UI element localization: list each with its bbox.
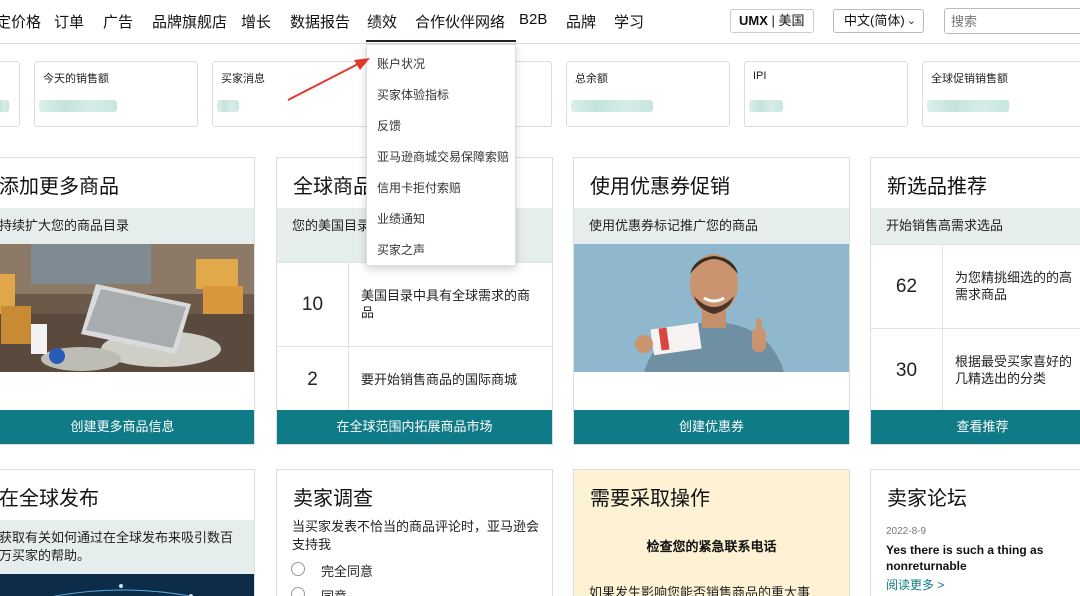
- action-heading[interactable]: 检查您的紧急联系电话: [574, 536, 849, 555]
- globe-photo: [0, 574, 254, 596]
- marketplace-switcher[interactable]: UMX | 美国: [730, 9, 814, 33]
- stat-description: 根据最受买家喜好的几精选出的分类: [955, 354, 1073, 386]
- stat-row[interactable]: 2 要开始销售商品的国际商城: [277, 346, 552, 412]
- card-title: 添加更多商品: [0, 176, 119, 198]
- radio-label: 同意: [321, 586, 347, 596]
- metric-value: [39, 100, 117, 112]
- stat-number: 10: [277, 263, 349, 346]
- action-body: 如果发生影响您能否销售商品的重大事: [589, 585, 811, 596]
- metric-value: [927, 100, 1009, 112]
- stat-description: 要开始销售商品的国际商城: [361, 372, 518, 387]
- nav-performance[interactable]: 绩效: [367, 11, 397, 32]
- search-input[interactable]: [944, 8, 1080, 34]
- marketplace-region: 美国: [778, 13, 805, 28]
- network-globe-illustration: [53, 584, 193, 596]
- smiling-man-illustration: [574, 244, 849, 372]
- annotation-arrow-icon: [287, 58, 370, 101]
- card-subtitle: 使用优惠券标记推广您的商品: [574, 208, 849, 244]
- card-seller-forum: 卖家论坛 2022-8-9 Yes there is such a thing …: [870, 469, 1080, 596]
- metric-total-balance[interactable]: 总余额: [566, 61, 730, 127]
- read-more-link[interactable]: 阅读更多 >: [886, 576, 944, 593]
- active-tab-indicator: [366, 40, 516, 42]
- nav-learn[interactable]: 学习: [614, 11, 644, 32]
- metric-card-partial[interactable]: [0, 61, 20, 127]
- expand-global-button[interactable]: 在全球范围内拓展商品市场: [277, 410, 552, 444]
- nav-brand-store[interactable]: 品牌旗舰店: [152, 11, 227, 32]
- nav-orders[interactable]: 订单: [54, 11, 84, 32]
- nav-brand[interactable]: 品牌: [566, 11, 596, 32]
- card-global-publish: 在全球发布 获取有关如何通过在全球发布来吸引数百万买家的帮助。: [0, 469, 255, 596]
- create-listings-button[interactable]: 创建更多商品信息: [0, 410, 254, 444]
- survey-question: 当买家发表不恰当的商品评论时，亚马逊会支持我: [292, 519, 540, 552]
- metric-value: [571, 100, 653, 112]
- nav-growth[interactable]: 增长: [241, 11, 271, 32]
- card-title: 全球商品: [293, 176, 373, 198]
- card-title: 卖家论坛: [887, 488, 967, 510]
- metric-todays-sales[interactable]: 今天的销售额: [34, 61, 198, 127]
- card-title: 需要采取操作: [590, 488, 710, 510]
- card-new-selection: 新选品推荐 开始销售高需求选品 62 为您精挑细选的的高需求商品 30 根据最受…: [870, 157, 1080, 445]
- metric-value: [217, 100, 239, 112]
- menu-item-a-to-z-claims[interactable]: 亚马逊商城交易保障索赔: [377, 148, 509, 165]
- menu-item-account-health[interactable]: 账户状况: [377, 55, 425, 72]
- menu-item-performance-notifications[interactable]: 业绩通知: [377, 210, 425, 227]
- card-action-needed: 需要采取操作 检查您的紧急联系电话 如果发生影响您能否销售商品的重大事: [573, 469, 850, 596]
- metric-ipi[interactable]: IPI: [744, 61, 908, 127]
- marketplace-separator: |: [767, 13, 779, 28]
- nav-b2b[interactable]: B2B: [519, 11, 547, 28]
- menu-item-feedback[interactable]: 反馈: [377, 117, 401, 134]
- card-title: 卖家调查: [293, 488, 373, 510]
- stat-row[interactable]: 10 美国目录中具有全球需求的商品: [277, 262, 552, 346]
- nav-reports[interactable]: 数据报告: [290, 11, 350, 32]
- metric-value: [749, 100, 783, 112]
- create-coupon-button[interactable]: 创建优惠券: [574, 410, 849, 444]
- laptop-photo: [0, 244, 254, 372]
- view-recommendations-button[interactable]: 查看推荐: [871, 410, 1080, 444]
- card-title: 在全球发布: [0, 488, 99, 510]
- card-title: 新选品推荐: [887, 176, 987, 198]
- metric-global-promo-sales[interactable]: 全球促销销售额: [922, 61, 1080, 127]
- top-navigation: 定价格 订单 广告 品牌旗舰店 增长 数据报告 绩效 合作伙伴网络 B2B 品牌…: [0, 0, 1080, 44]
- coupon-photo: [574, 244, 849, 372]
- card-coupons: 使用优惠券促销 使用优惠券标记推广您的商品 创建优惠券: [573, 157, 850, 445]
- stat-row[interactable]: 62 为您精挑细选的的高需求商品: [871, 244, 1080, 328]
- card-seller-survey: 卖家调查 当买家发表不恰当的商品评论时，亚马逊会支持我 完全同意 同意: [276, 469, 553, 596]
- language-select[interactable]: 中文(简体) ⌄: [833, 9, 924, 33]
- nav-pricing[interactable]: 定价格: [0, 11, 41, 32]
- nav-partner-network[interactable]: 合作伙伴网络: [415, 11, 505, 32]
- laptop-illustration: [0, 244, 254, 372]
- stat-number: 62: [871, 245, 943, 328]
- stat-description: 美国目录中具有全球需求的商品: [361, 288, 531, 320]
- radio-label: 完全同意: [321, 564, 374, 579]
- card-title: 使用优惠券促销: [590, 176, 730, 198]
- metric-label: 全球促销销售额: [931, 73, 1008, 85]
- radio-agree[interactable]: [291, 587, 305, 596]
- card-subtitle: 获取有关如何通过在全球发布来吸引数百万买家的帮助。: [0, 520, 254, 574]
- marketplace-brand: UMX: [739, 13, 768, 28]
- card-subtitle: 开始销售高需求选品: [871, 208, 1080, 244]
- forum-post-title[interactable]: Yes there is such a thing as nonreturnab…: [886, 542, 1071, 574]
- seller-central-dashboard: { "nav": { "items": ["定价格","订单","广告","品牌…: [0, 0, 1080, 596]
- card-add-products: 添加更多商品 持续扩大您的商品目录 创建更多商品信息: [0, 157, 255, 445]
- stat-number: 30: [871, 329, 943, 412]
- stat-description: 为您精挑细选的的高需求商品: [955, 270, 1073, 302]
- card-subtitle: 持续扩大您的商品目录: [0, 208, 254, 244]
- language-value: 中文(简体): [844, 13, 905, 28]
- radio-strongly-agree[interactable]: [291, 562, 305, 576]
- metric-value: [0, 100, 9, 112]
- chevron-down-icon: ⌄: [906, 15, 916, 27]
- stat-row[interactable]: 30 根据最受买家喜好的几精选出的分类: [871, 328, 1080, 412]
- metric-label: 今天的销售额: [43, 73, 109, 85]
- menu-item-chargeback-claims[interactable]: 信用卡拒付索赔: [377, 179, 461, 196]
- menu-item-customer-experience[interactable]: 买家体验指标: [377, 86, 449, 103]
- performance-dropdown-menu: 账户状况 买家体验指标 反馈 亚马逊商城交易保障索赔 信用卡拒付索赔 业绩通知 …: [366, 44, 516, 266]
- metric-label: 总余额: [575, 73, 608, 85]
- stat-number: 2: [277, 347, 349, 412]
- forum-date: 2022-8-9: [886, 526, 927, 537]
- metric-label: 买家消息: [221, 73, 265, 85]
- nav-advertising[interactable]: 广告: [103, 11, 133, 32]
- menu-item-voice-of-customer[interactable]: 买家之声: [377, 241, 425, 258]
- metric-label: IPI: [753, 70, 767, 82]
